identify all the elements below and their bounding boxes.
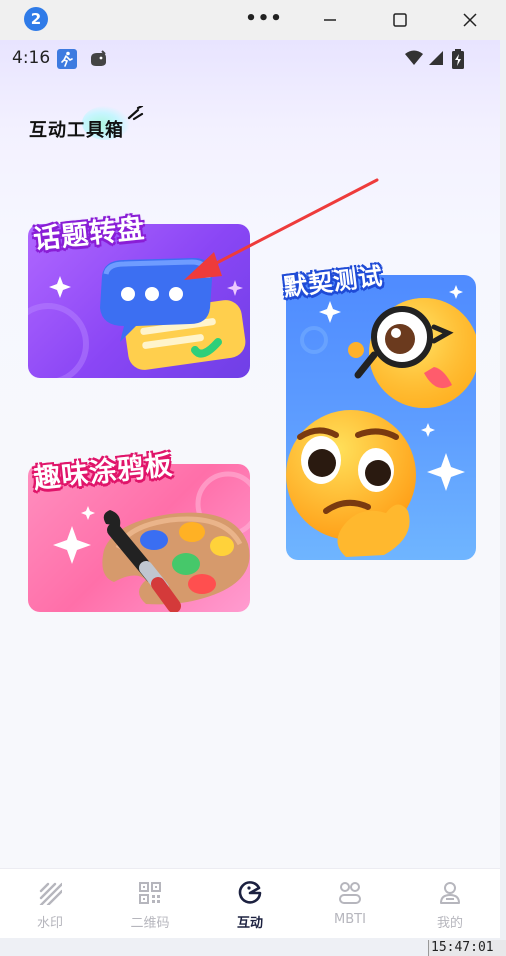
nav-item-qr-code[interactable]: 二维码 xyxy=(100,869,200,938)
window-titlebar: 2 ••• xyxy=(0,0,506,40)
nav-label-interact: 互动 xyxy=(236,916,263,931)
nav-label-watermark: 水印 xyxy=(36,916,63,931)
nav-item-watermark[interactable]: 水印 xyxy=(0,869,100,938)
bottom-navigation: 水印 二维码 互动 MBTI 我的 xyxy=(0,868,500,938)
window-badge: 2 xyxy=(24,7,48,31)
signal-icon xyxy=(429,51,443,65)
profile-icon xyxy=(440,882,460,904)
qr-code-icon xyxy=(139,882,161,904)
minimize-button[interactable] xyxy=(312,2,348,38)
mbti-icon xyxy=(339,882,361,904)
nav-item-mbti[interactable]: MBTI xyxy=(300,869,400,938)
nav-label-profile: 我的 xyxy=(436,916,463,931)
nav-item-interact[interactable]: 互动 xyxy=(200,869,300,938)
phone-screen: 4:16 互动工具箱 话题转盘 默契测试 趣味涂鸦板 水印 二维码 互动 MBT… xyxy=(0,40,500,938)
minimize-icon xyxy=(324,19,336,21)
more-options-button[interactable]: ••• xyxy=(245,0,282,36)
watermark-icon xyxy=(39,882,62,905)
title-sparkle-icon xyxy=(127,106,144,121)
nav-item-profile[interactable]: 我的 xyxy=(400,869,500,938)
page-title: 互动工具箱 xyxy=(29,120,124,141)
battery-icon xyxy=(452,49,464,69)
taskbar-clock: 15:47:01 xyxy=(428,940,506,956)
status-time: 4:16 xyxy=(12,48,51,68)
app-notification-icon xyxy=(91,50,106,66)
wifi-icon xyxy=(405,50,423,65)
maximize-icon xyxy=(393,13,407,27)
tacit-test-card[interactable] xyxy=(286,275,476,560)
nav-label-mbti: MBTI xyxy=(334,912,366,927)
close-icon xyxy=(463,13,477,27)
close-button[interactable] xyxy=(452,2,488,38)
nav-label-qr-code: 二维码 xyxy=(130,916,170,931)
interact-icon xyxy=(238,881,262,904)
maximize-button[interactable] xyxy=(382,2,418,38)
status-bar: 4:16 xyxy=(0,40,500,78)
emoji-faces-illustration xyxy=(286,285,476,557)
running-icon xyxy=(57,49,77,69)
